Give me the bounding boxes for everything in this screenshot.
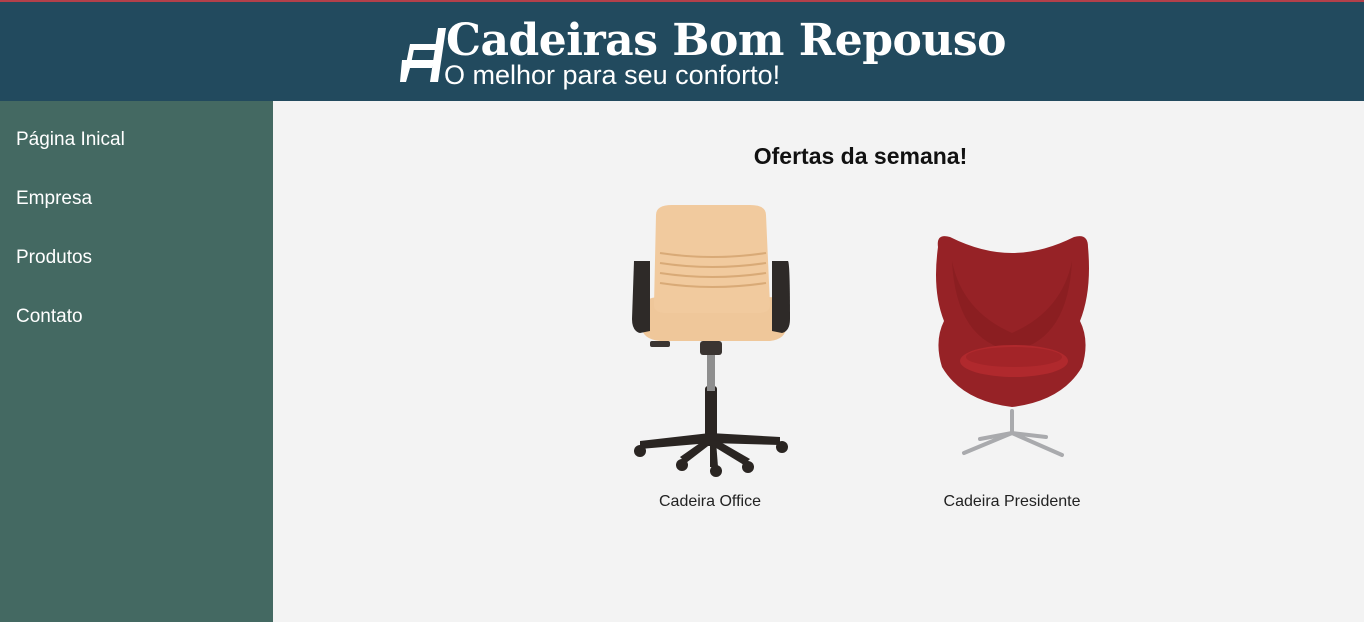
product-name-presidente: Cadeira Presidente [943,493,1081,510]
egg-chair-image [936,236,1089,457]
product-card-presidente[interactable]: Cadeira Presidente [892,201,1132,511]
chair-icon [400,28,446,82]
sidebar: Página Inical Empresa Produtos Contato [0,101,273,622]
offers-title: Ofertas da semana! [753,143,968,169]
nav-link-empresa[interactable]: Empresa [16,187,92,211]
site-tagline: O melhor para seu conforto! [444,60,781,90]
product-name-office: Cadeira Office [659,493,761,510]
office-chair-image [632,205,790,477]
nav-link-produtos[interactable]: Produtos [16,246,92,270]
nav-link-contato[interactable]: Contato [16,305,83,329]
product-card-office[interactable]: Cadeira Office [590,201,830,511]
site-title: Cadeiras Bom Repouso [446,15,1006,66]
site-header: Cadeiras Bom Repouso O melhor para seu c… [0,2,1364,101]
brand: Cadeiras Bom Repouso O melhor para seu c… [398,16,1006,96]
main-content: Ofertas da semana! Cadeira Office Cadeir… [273,101,1364,622]
nav-link-pagina-inicial[interactable]: Página Inical [16,128,125,152]
